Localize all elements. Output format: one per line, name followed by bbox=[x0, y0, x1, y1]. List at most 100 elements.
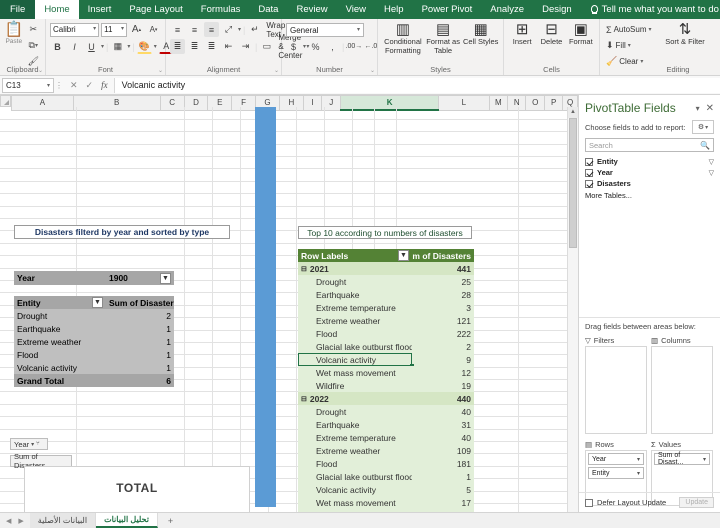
align-bottom-button[interactable]: ≡ bbox=[204, 22, 219, 37]
left-pivot-row[interactable]: Drought 2 bbox=[14, 309, 174, 322]
right-pivot-row[interactable]: Extreme weather 109 bbox=[298, 444, 474, 457]
gear-icon[interactable]: ⚙ ▾ bbox=[692, 120, 714, 134]
format-cells-button[interactable]: ▣ Format bbox=[567, 21, 595, 47]
funnel-icon[interactable]: ▽ bbox=[709, 169, 714, 177]
right-pivot-row[interactable]: Glacial lake outburst flood 1 bbox=[298, 470, 474, 483]
nav-prev-icon[interactable]: ◀ bbox=[6, 517, 11, 525]
right-pivot-row[interactable]: Extreme weather 121 bbox=[298, 314, 474, 327]
ribbon-tab-help[interactable]: Help bbox=[375, 0, 413, 19]
add-sheet-button[interactable]: + bbox=[158, 513, 183, 528]
cut-button[interactable]: ✂ bbox=[26, 22, 41, 37]
shrink-font-button[interactable]: A ▾ bbox=[146, 22, 161, 37]
sort-filter-button[interactable]: ⇅ Sort & Filter bbox=[664, 21, 706, 69]
search-input[interactable]: Search 🔍 bbox=[585, 138, 714, 152]
right-pivot-row[interactable]: Extreme temperature 3 bbox=[298, 301, 474, 314]
underline-button[interactable]: U bbox=[84, 39, 99, 54]
ribbon-tab-power-pivot[interactable]: Power Pivot bbox=[413, 0, 482, 19]
fill-button[interactable]: ⬇ Fill ▾ bbox=[604, 38, 660, 53]
ribbon-tab-view[interactable]: View bbox=[337, 0, 375, 19]
funnel-icon[interactable]: ▽ bbox=[709, 158, 714, 166]
right-pivot-row[interactable]: Earthquake 31 bbox=[298, 418, 474, 431]
wrap-text-button[interactable]: ↵ bbox=[247, 22, 262, 37]
currency-button[interactable]: $ bbox=[286, 39, 301, 54]
ribbon-tab-data[interactable]: Data bbox=[249, 0, 287, 19]
right-pivot-row[interactable]: Volcanic activity 9 bbox=[298, 353, 474, 368]
delete-cells-button[interactable]: ⊟ Delete bbox=[537, 21, 565, 47]
right-pivot-row[interactable]: Flood 181 bbox=[298, 457, 474, 470]
insert-function-icon[interactable]: fx bbox=[101, 80, 108, 90]
grow-font-button[interactable]: A ▴ bbox=[129, 22, 144, 37]
vertical-scrollbar[interactable]: ▲ bbox=[567, 107, 578, 512]
field-checkbox[interactable] bbox=[585, 179, 593, 188]
number-format-combo[interactable]: General ▾ bbox=[286, 23, 364, 37]
increase-indent-button[interactable]: ⇥ bbox=[238, 39, 253, 54]
close-icon[interactable]: ✕ bbox=[706, 103, 720, 114]
sheet-nav-arrows[interactable]: ◀ ▶ bbox=[0, 513, 30, 528]
name-box[interactable]: C13 ▾ bbox=[2, 77, 54, 93]
scrollbar-thumb[interactable] bbox=[569, 118, 577, 248]
align-center-button[interactable]: ≣ bbox=[187, 39, 202, 54]
right-pivot-row[interactable]: Earthquake 28 bbox=[298, 288, 474, 301]
select-all-corner[interactable] bbox=[0, 95, 12, 107]
insert-cells-button[interactable]: ⊞ Insert bbox=[508, 21, 536, 47]
tell-me-box[interactable]: Tell me what you want to do bbox=[581, 0, 720, 19]
area-columns[interactable]: ▥ Columns bbox=[651, 334, 713, 434]
area-columns-body[interactable] bbox=[651, 346, 713, 434]
filter-dropdown-icon[interactable]: ▼ bbox=[92, 297, 103, 308]
filter-dropdown-icon[interactable]: ▼ bbox=[398, 250, 409, 261]
find-select-button[interactable]: 🔍 Find & Select bbox=[710, 21, 720, 69]
left-pivot-header-entity[interactable]: Entity ▼ bbox=[14, 296, 106, 309]
paste-button[interactable]: 📋 Paste bbox=[4, 21, 24, 69]
left-pivot-row[interactable]: Volcanic activity 1 bbox=[14, 361, 174, 374]
fill-color-button[interactable]: 🎨 bbox=[136, 39, 152, 54]
ribbon-tab-page-layout[interactable]: Page Layout bbox=[120, 0, 191, 19]
align-right-button[interactable]: ≣ bbox=[204, 39, 219, 54]
area-filters-body[interactable] bbox=[585, 346, 647, 434]
right-pivot-row[interactable]: Flood 222 bbox=[298, 327, 474, 340]
more-tables-link[interactable]: More Tables... bbox=[579, 189, 720, 202]
right-pivot-row[interactable]: Drought 25 bbox=[298, 275, 474, 288]
right-pivot-header-rows[interactable]: Row Labels ▼ bbox=[298, 249, 412, 262]
right-pivot-row[interactable]: Wildfire16 bbox=[298, 509, 474, 512]
percent-button[interactable]: % bbox=[308, 39, 323, 54]
ribbon-tab-review[interactable]: Review bbox=[287, 0, 336, 19]
update-button[interactable]: Update bbox=[679, 497, 714, 508]
chevron-down-icon[interactable]: ▾ bbox=[637, 456, 640, 463]
right-pivot-row[interactable]: Wet mass movement 17 bbox=[298, 496, 474, 509]
format-as-table-button[interactable]: ▤ Format as Table bbox=[425, 21, 462, 55]
bold-button[interactable]: B bbox=[50, 39, 65, 54]
clipboard-dialog-launcher[interactable]: ⌄ bbox=[38, 67, 43, 74]
right-pivot-row[interactable]: Wildfire 19 bbox=[298, 379, 474, 392]
font-name-combo[interactable]: Calibri ▾ bbox=[50, 22, 100, 37]
copy-button[interactable]: ⧉ ▾ bbox=[26, 38, 41, 53]
orientation-button[interactable]: ⤢ bbox=[221, 22, 236, 37]
font-dialog-launcher[interactable]: ⌄ bbox=[158, 67, 163, 74]
number-dialog-launcher[interactable]: ⌄ bbox=[370, 67, 375, 74]
chevron-down-icon[interactable]: ▾ bbox=[637, 470, 640, 477]
ribbon-tab-design[interactable]: Design bbox=[533, 0, 581, 19]
ribbon-tab-home[interactable]: Home bbox=[35, 0, 79, 19]
field-checkbox[interactable] bbox=[585, 157, 593, 166]
right-pivot-row[interactable]: Glacial lake outburst flood 2 bbox=[298, 340, 474, 353]
right-pivot-row[interactable]: ⊟ 2021 441 bbox=[298, 262, 474, 275]
collapse-icon[interactable]: ⊟ bbox=[301, 395, 307, 403]
chevron-down-icon[interactable]: ▾ bbox=[703, 456, 706, 463]
right-pivot-row[interactable]: ⊟ 2022 440 bbox=[298, 392, 474, 405]
formula-input[interactable]: Volcanic activity bbox=[113, 77, 720, 93]
collapse-icon[interactable]: ⊟ bbox=[301, 265, 307, 273]
defer-layout-checkbox[interactable] bbox=[585, 498, 593, 507]
left-filter-value-cell[interactable]: 1900 ▼ bbox=[106, 271, 174, 285]
bar-chart[interactable]: TOTAL VOLCANIC ACTIVITY1FLOOD1EXTREME WE… bbox=[24, 466, 250, 512]
cancel-edit-icon[interactable]: ✕ bbox=[70, 80, 78, 91]
decrease-decimal-button[interactable]: ←.0 bbox=[363, 39, 378, 54]
field-row-year[interactable]: Year ▽ bbox=[579, 167, 720, 178]
sheet-tab-data-analysis[interactable]: تحليل البيانات bbox=[96, 513, 158, 528]
alignment-dialog-launcher[interactable]: ⌄ bbox=[274, 67, 279, 74]
area-filters[interactable]: ▽ Filters bbox=[585, 334, 647, 434]
filter-dropdown-icon[interactable]: ▼ bbox=[160, 272, 171, 284]
pill-values-sum[interactable]: Sum of Disast... ▾ bbox=[654, 452, 710, 466]
field-checkbox[interactable] bbox=[585, 168, 593, 177]
pill-rows-entity[interactable]: Entity ▾ bbox=[588, 467, 644, 479]
field-row-entity[interactable]: Entity ▽ bbox=[579, 156, 720, 167]
align-top-button[interactable]: ≡ bbox=[170, 22, 185, 37]
